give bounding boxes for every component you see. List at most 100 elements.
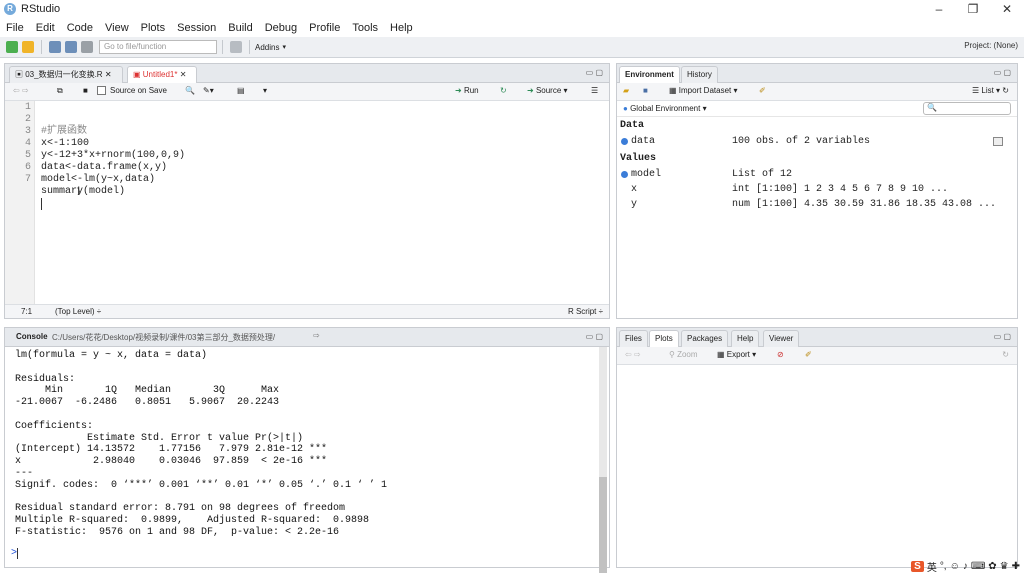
tab-packages[interactable]: Packages	[681, 330, 729, 347]
project-menu[interactable]: Project: (None)	[964, 41, 1018, 50]
menu-plots[interactable]: Plots	[135, 22, 171, 34]
cursor-position: 7:1	[21, 307, 33, 316]
tab-files[interactable]: Files	[619, 330, 648, 347]
console-working-dir: C:/Users/花花/Desktop/视频录制/课件/03第三部分_数据预处理…	[52, 333, 276, 342]
pane-minimize-icon[interactable]: ▭ ▢	[994, 68, 1011, 77]
console-output: lm(formula = y ~ x, data = data) Residua…	[15, 350, 388, 538]
list-view-selector[interactable]: ☰ List ▾ ↻	[972, 86, 1009, 95]
source-on-save-checkbox[interactable]	[97, 86, 106, 95]
chevron-down-icon[interactable]: ▾	[263, 86, 267, 95]
tools-icon[interactable]: ✚	[1012, 561, 1020, 572]
code-line: #扩展函数	[41, 126, 88, 137]
show-in-window-icon[interactable]: ⧉	[57, 86, 63, 96]
source-on-save-label: Source on Save	[110, 86, 167, 95]
menu-build[interactable]: Build	[222, 22, 258, 34]
sogou-logo-icon[interactable]: S	[911, 560, 924, 572]
tab-script-file[interactable]: ▣ 03_数据归一化变换.R ✕	[9, 66, 123, 83]
scrollbar-thumb[interactable]	[599, 477, 607, 573]
menu-view[interactable]: View	[99, 22, 135, 34]
save-icon[interactable]: ■	[83, 86, 88, 95]
expand-icon[interactable]	[621, 171, 628, 178]
menu-code[interactable]: Code	[61, 22, 99, 34]
ime-language[interactable]: 英	[927, 559, 937, 574]
tab-history[interactable]: History	[681, 66, 718, 83]
env-row-y[interactable]: y num [1:100] 4.35 30.59 31.86 18.35 43.…	[617, 197, 1017, 212]
save-workspace-icon[interactable]: ■	[643, 86, 648, 95]
punctuation-icon[interactable]: °,	[940, 561, 947, 572]
remove-plot-icon[interactable]: ⊘	[777, 350, 784, 359]
view-data-icon[interactable]	[993, 137, 1003, 146]
emoji-icon[interactable]: ☺	[950, 561, 960, 572]
zoom-button[interactable]: ⚲ Zoom	[669, 350, 698, 359]
menu-tools[interactable]: Tools	[346, 22, 384, 34]
microphone-icon[interactable]: ♪	[963, 561, 968, 572]
run-button[interactable]: ➜ Run	[455, 86, 479, 95]
menu-profile[interactable]: Profile	[303, 22, 346, 34]
clear-workspace-icon[interactable]: ✐	[759, 86, 766, 95]
close-button[interactable]: ✕	[990, 0, 1024, 18]
editor-status-bar: 7:1 (Top Level) ÷ R Script ÷	[5, 304, 609, 318]
skin-icon[interactable]: ✿	[988, 561, 996, 572]
console-tab[interactable]: Console	[16, 332, 48, 341]
main-toolbar: Go to file/function Addins ▾ Project: (N…	[0, 37, 1024, 58]
files-plots-pane: Files Plots Packages Help Viewer ▭ ▢ ⇦ ⇨…	[616, 327, 1018, 568]
search-icon[interactable]: 🔍	[185, 86, 195, 95]
tab-environment[interactable]: Environment	[619, 66, 680, 83]
environment-search-input[interactable]: 🔍	[923, 102, 1011, 115]
menu-help[interactable]: Help	[384, 22, 419, 34]
ime-toolbar: S 英 °, ☺ ♪ ⌨ ✿ ♛ ✚	[911, 558, 1020, 574]
save-all-icon[interactable]	[65, 41, 77, 53]
addins-menu[interactable]: Addins	[255, 43, 279, 52]
search-icon: 🔍	[927, 103, 937, 112]
env-row-data[interactable]: data 100 obs. of 2 variables	[617, 134, 1017, 149]
tab-viewer[interactable]: Viewer	[763, 330, 800, 347]
new-file-icon[interactable]	[6, 41, 18, 53]
back-forward-icon[interactable]: ⇦ ⇨	[13, 86, 29, 95]
tab-untitled1[interactable]: ▣ Untitled1* ✕	[127, 66, 197, 83]
pane-minimize-icon[interactable]: ▭ ▢	[994, 332, 1011, 341]
code-line: model<-lm(y~x,data)	[41, 174, 156, 185]
code-line: x<-1:100	[41, 138, 90, 149]
console-input[interactable]: >	[11, 548, 19, 559]
goto-file-input[interactable]: Go to file/function	[99, 40, 217, 54]
outline-icon[interactable]: ☰	[591, 86, 598, 95]
refresh-icon[interactable]: ↻	[1002, 350, 1009, 359]
file-type-selector[interactable]: R Script ÷	[568, 305, 603, 318]
back-forward-icon[interactable]: ⇦ ⇨	[625, 350, 641, 359]
minimize-button[interactable]: –	[922, 0, 956, 18]
workspace-panes-icon[interactable]	[230, 41, 242, 53]
maximize-button[interactable]: ❐	[956, 0, 990, 18]
menu-session[interactable]: Session	[171, 22, 222, 34]
source-button[interactable]: ➜ Source ▾	[527, 86, 568, 95]
env-row-model[interactable]: model List of 12	[617, 167, 1017, 182]
load-workspace-icon[interactable]: ▰	[623, 86, 629, 95]
env-row-x[interactable]: x int [1:100] 1 2 3 4 5 6 7 8 9 10 ...	[617, 182, 1017, 197]
code-tools-icon[interactable]: ✎▾	[203, 86, 214, 95]
code-editor[interactable]: #扩展函数 x<-1:100 y<-12+3*x+rnorm(100,0,9) dat…	[41, 102, 185, 234]
print-icon[interactable]	[81, 41, 93, 53]
editor-pane: ▣ 03_数据归一化变换.R ✕ ▣ Untitled1* ✕ ▭ ▢ ⇦ ⇨ …	[4, 63, 610, 319]
clear-plots-icon[interactable]: ✐	[805, 350, 812, 359]
tab-plots[interactable]: Plots	[649, 330, 679, 347]
console-scrollbar[interactable]	[599, 347, 607, 573]
expand-icon[interactable]	[621, 138, 628, 145]
menu-file[interactable]: File	[0, 22, 30, 34]
shirt-icon[interactable]: ♛	[1000, 561, 1009, 572]
scope-selector[interactable]: (Top Level) ÷	[55, 305, 101, 318]
pane-minimize-icon[interactable]: ▭ ▢	[586, 332, 603, 341]
pane-minimize-icon[interactable]: ▭ ▢	[586, 68, 603, 77]
tab-help[interactable]: Help	[731, 330, 760, 347]
menu-bar: File Edit Code View Plots Session Build …	[0, 18, 1024, 37]
save-icon[interactable]	[49, 41, 61, 53]
menu-edit[interactable]: Edit	[30, 22, 61, 34]
go-to-directory-icon[interactable]: ⇨	[313, 331, 320, 340]
keyboard-icon[interactable]: ⌨	[971, 561, 985, 572]
open-file-icon[interactable]	[22, 41, 34, 53]
menu-debug[interactable]: Debug	[259, 22, 303, 34]
environment-selector[interactable]: ● Global Environment ▾	[623, 104, 707, 113]
compile-report-icon[interactable]: ▤	[237, 86, 245, 95]
import-dataset-button[interactable]: ▦ Import Dataset ▾	[669, 86, 738, 95]
rerun-icon[interactable]: ↻	[500, 86, 507, 95]
code-line: summary(model)	[41, 186, 126, 197]
export-button[interactable]: ▦ Export ▾	[717, 350, 756, 359]
